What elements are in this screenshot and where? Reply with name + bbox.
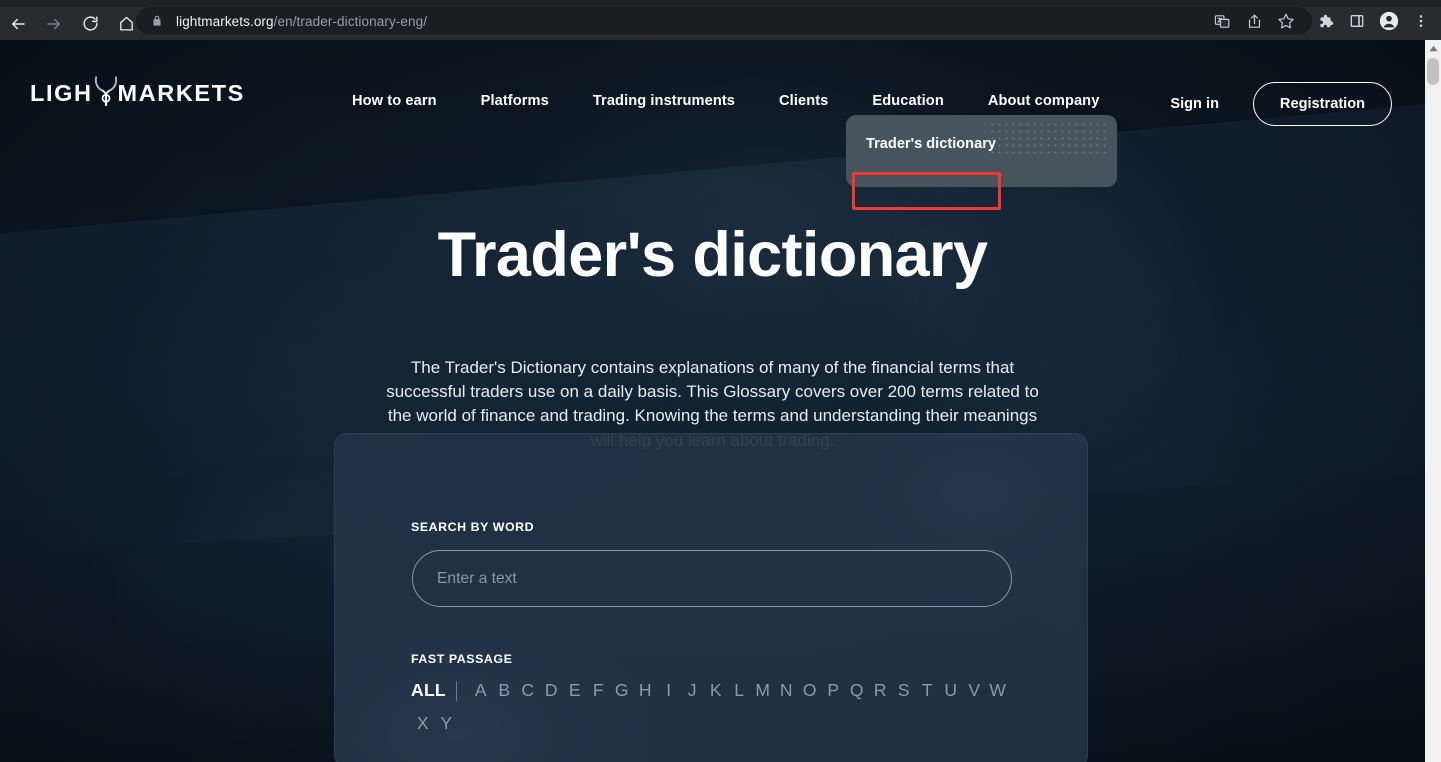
alphabet-filter-b[interactable]: B <box>492 674 516 707</box>
alphabet-filter-c[interactable]: C <box>516 674 540 707</box>
share-button[interactable] <box>1238 7 1270 35</box>
nav-item-clients[interactable]: Clients <box>779 85 828 117</box>
browser-tab-strip <box>0 0 1441 7</box>
alphabet-filter-all[interactable]: ALL <box>411 676 446 705</box>
site-logo[interactable]: LIGH MARKETS <box>30 76 245 110</box>
nav-item-trading-instruments[interactable]: Trading instruments <box>593 85 735 117</box>
dropdown-dot-pattern <box>989 121 1109 153</box>
alphabet-filter-h[interactable]: H <box>633 674 657 707</box>
scrollbar-track[interactable] <box>1425 57 1441 762</box>
browser-navigation-buttons <box>0 7 144 40</box>
nav-item-how-to-earn[interactable]: How to earn <box>352 85 437 117</box>
translate-icon <box>1214 14 1229 28</box>
alphabet-filter-p[interactable]: P <box>821 674 845 707</box>
alphabet-filter-w[interactable]: W <box>986 674 1010 707</box>
url-domain: lightmarkets.org <box>176 13 274 29</box>
site-header: LIGH MARKETS How to earn Platforms Trading… <box>0 40 1425 126</box>
url-path: /en/trader-dictionary-eng/ <box>273 13 428 29</box>
back-button[interactable] <box>0 7 36 40</box>
extensions-puzzle-icon <box>1319 14 1333 27</box>
main-navigation: How to earn Platforms Trading instruments C… <box>352 85 1100 123</box>
alphabet-filter-g[interactable]: G <box>610 674 634 707</box>
alphabet-filter-x[interactable]: X <box>411 707 435 740</box>
profile-button[interactable] <box>1373 7 1405 35</box>
alphabet-filter-i[interactable]: I <box>657 674 681 707</box>
lock-icon <box>153 15 161 26</box>
forward-arrow-icon <box>47 18 60 29</box>
url-text: lightmarkets.org/en/trader-dictionary-en… <box>176 14 427 29</box>
education-dropdown-menu: Trader's dictionary <box>846 115 1117 187</box>
alphabet-filter-v[interactable]: V <box>962 674 986 707</box>
logo-text-right: MARKETS <box>117 80 245 107</box>
forward-button[interactable] <box>36 7 72 40</box>
bookmark-star-icon <box>1278 13 1294 29</box>
alphabet-filter-j[interactable]: J <box>680 674 704 707</box>
alphabet-filter-f[interactable]: F <box>586 674 610 707</box>
chevron-up-icon <box>1428 45 1438 52</box>
home-icon <box>119 16 133 31</box>
browser-toolbar-actions <box>1206 7 1437 35</box>
bull-horns-icon <box>94 76 117 107</box>
page-title: Trader's dictionary <box>437 220 988 290</box>
page-viewport: Trader's dictionary The Trader's Diction… <box>0 40 1425 762</box>
alphabet-filter-o[interactable]: O <box>798 674 822 707</box>
alphabet-filter-s[interactable]: S <box>892 674 916 707</box>
reload-button[interactable] <box>72 7 108 40</box>
scrollbar-up-arrow[interactable] <box>1425 40 1441 57</box>
alphabet-filter-row: ALL ABCDEFGHIJKLMNOPQRSTUVW XY <box>411 674 1021 740</box>
sign-in-link[interactable]: Sign in <box>1170 96 1219 112</box>
profile-avatar-icon <box>1379 11 1399 31</box>
alphabet-filter-l[interactable]: L <box>727 674 751 707</box>
fast-passage-label: FAST PASSAGE <box>411 652 513 666</box>
alphabet-filter-d[interactable]: D <box>539 674 563 707</box>
nav-item-platforms[interactable]: Platforms <box>481 85 549 117</box>
alphabet-filter-e[interactable]: E <box>563 674 587 707</box>
dropdown-item-traders-dictionary[interactable]: Trader's dictionary <box>866 136 996 152</box>
alphabet-filter-k[interactable]: K <box>704 674 728 707</box>
logo-text-left: LIGH <box>30 80 93 107</box>
side-panel-button[interactable] <box>1341 7 1373 35</box>
alphabet-filter-t[interactable]: T <box>915 674 939 707</box>
alphabet-filter-r[interactable]: R <box>868 674 892 707</box>
reload-icon <box>82 16 98 31</box>
registration-button[interactable]: Registration <box>1253 82 1392 126</box>
alphabet-filter-a[interactable]: A <box>469 674 493 707</box>
nav-item-about-company[interactable]: About company <box>988 85 1100 117</box>
alphabet-filter-q[interactable]: Q <box>845 674 869 707</box>
extensions-button[interactable] <box>1309 7 1341 35</box>
browser-chrome: lightmarkets.org/en/trader-dictionary-en… <box>0 0 1441 40</box>
search-by-word-label: SEARCH BY WORD <box>411 520 535 534</box>
address-bar[interactable]: lightmarkets.org/en/trader-dictionary-en… <box>136 7 1312 35</box>
alphabet-divider <box>455 680 457 701</box>
three-dot-menu-icon <box>1419 15 1423 27</box>
scrollbar-thumb[interactable] <box>1427 58 1439 85</box>
page-scrollbar[interactable] <box>1425 40 1441 762</box>
share-icon <box>1248 14 1260 28</box>
alphabet-filter-n[interactable]: N <box>774 674 798 707</box>
alphabet-filter-m[interactable]: M <box>751 674 775 707</box>
nav-item-education[interactable]: Education <box>868 85 949 123</box>
alphabet-filter-y[interactable]: Y <box>435 707 459 740</box>
translate-button[interactable] <box>1206 7 1238 35</box>
search-card: SEARCH BY WORD FAST PASSAGE ALL ABCDEFGH… <box>334 433 1088 762</box>
alphabet-filter-u[interactable]: U <box>939 674 963 707</box>
search-input[interactable] <box>412 550 1012 607</box>
side-panel-icon <box>1350 15 1364 27</box>
bookmark-button[interactable] <box>1270 7 1302 35</box>
browser-menu-button[interactable] <box>1405 7 1437 35</box>
auth-area: Sign in Registration <box>1170 82 1392 126</box>
back-arrow-icon <box>12 18 25 29</box>
